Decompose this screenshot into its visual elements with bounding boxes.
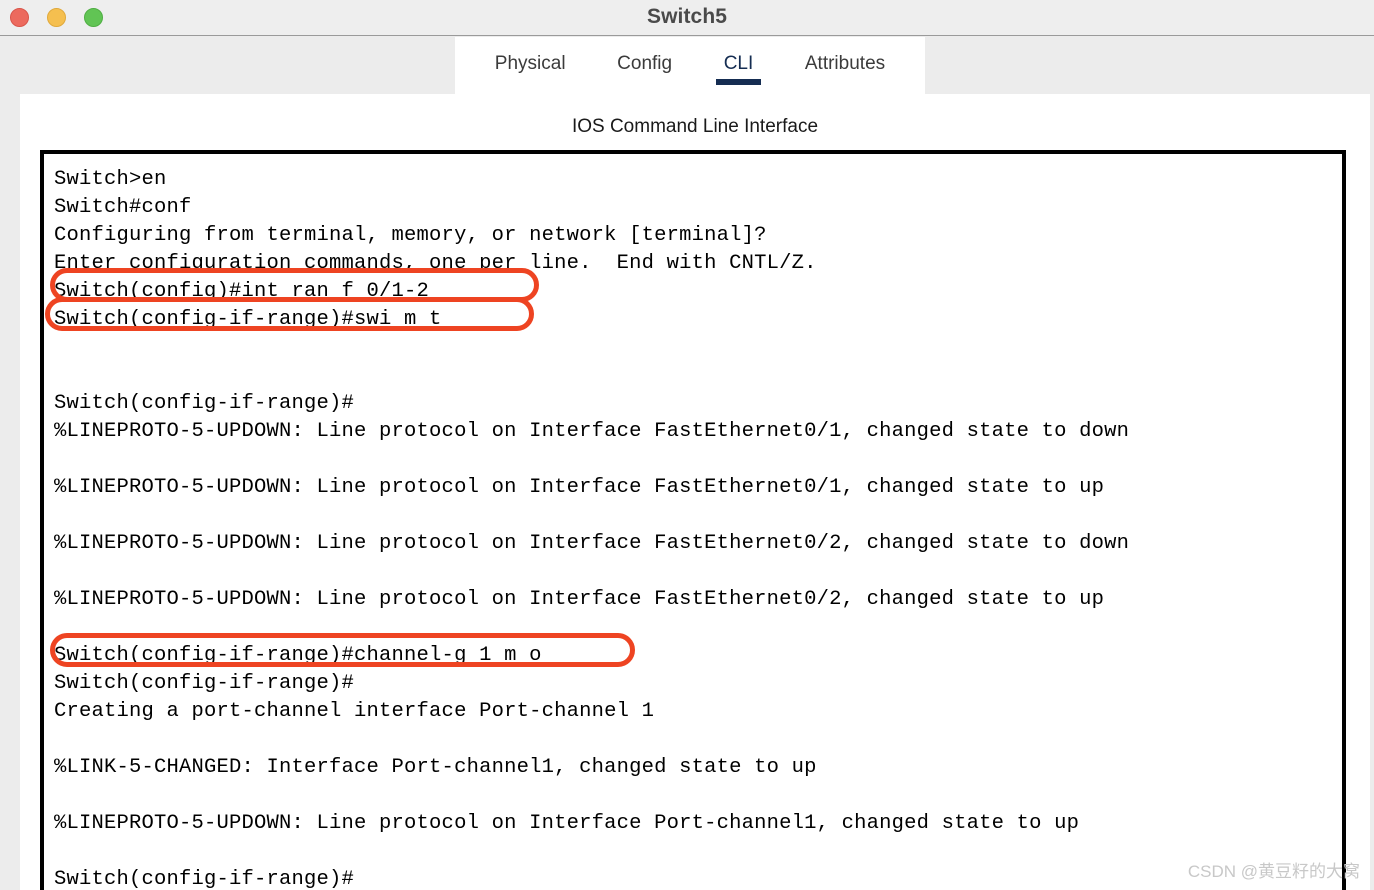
terminal-line: Enter configuration commands, one per li… (54, 252, 817, 275)
terminal-line: Switch(config-if-range)#channel-g 1 m o (54, 644, 542, 667)
terminal-line: %LINEPROTO-5-UPDOWN: Line protocol on In… (54, 532, 1130, 555)
terminal-line: Switch(config-if-range)#swi m t (54, 308, 442, 331)
terminal-line: Switch(config-if-range)# (54, 392, 355, 415)
app-window: Switch5 Physical Config CLI Attributes I… (0, 0, 1374, 890)
terminal-line: Creating a port-channel interface Port-c… (54, 700, 655, 723)
terminal-line: Switch>en (54, 168, 167, 191)
panel-heading: IOS Command Line Interface (571, 116, 819, 137)
terminal-line: %LINK-5-CHANGED: Interface Port-channel1… (54, 756, 817, 779)
cli-terminal[interactable]: Switch>en Switch#conf Configuring from ter… (40, 150, 1346, 890)
terminal-line: %LINEPROTO-5-UPDOWN: Line protocol on In… (54, 588, 1105, 611)
tab-config[interactable]: Config (615, 47, 674, 85)
terminal-line: Configuring from terminal, memory, or ne… (54, 224, 767, 247)
tab-attributes[interactable]: Attributes (803, 47, 887, 85)
terminal-line: %LINEPROTO-5-UPDOWN: Line protocol on In… (54, 476, 1105, 499)
terminal-line: Switch(config-if-range)# (54, 868, 355, 890)
tab-cli[interactable]: CLI (715, 47, 761, 85)
terminal-line: Switch(config-if-range)# (54, 672, 355, 695)
watermark: CSDN @黄豆籽的大窝 (1187, 862, 1360, 881)
terminal-line: Switch(config)#int ran f 0/1-2 (54, 280, 430, 303)
tab-physical[interactable]: Physical (493, 47, 568, 85)
window-title: Switch5 (646, 5, 728, 28)
terminal-output: Switch>en Switch#conf Configuring from ter… (44, 154, 1342, 890)
terminal-line: %LINEPROTO-5-UPDOWN: Line protocol on In… (54, 420, 1130, 443)
title-bar: Switch5 (0, 0, 1374, 36)
tab-list: Physical Config CLI Attributes (455, 37, 925, 94)
content-panel: IOS Command Line Interface Switch>en Swit… (20, 94, 1370, 890)
tab-strip: Physical Config CLI Attributes (0, 37, 1374, 94)
terminal-line: Switch#conf (54, 196, 192, 219)
terminal-line: %LINEPROTO-5-UPDOWN: Line protocol on In… (54, 812, 1080, 835)
